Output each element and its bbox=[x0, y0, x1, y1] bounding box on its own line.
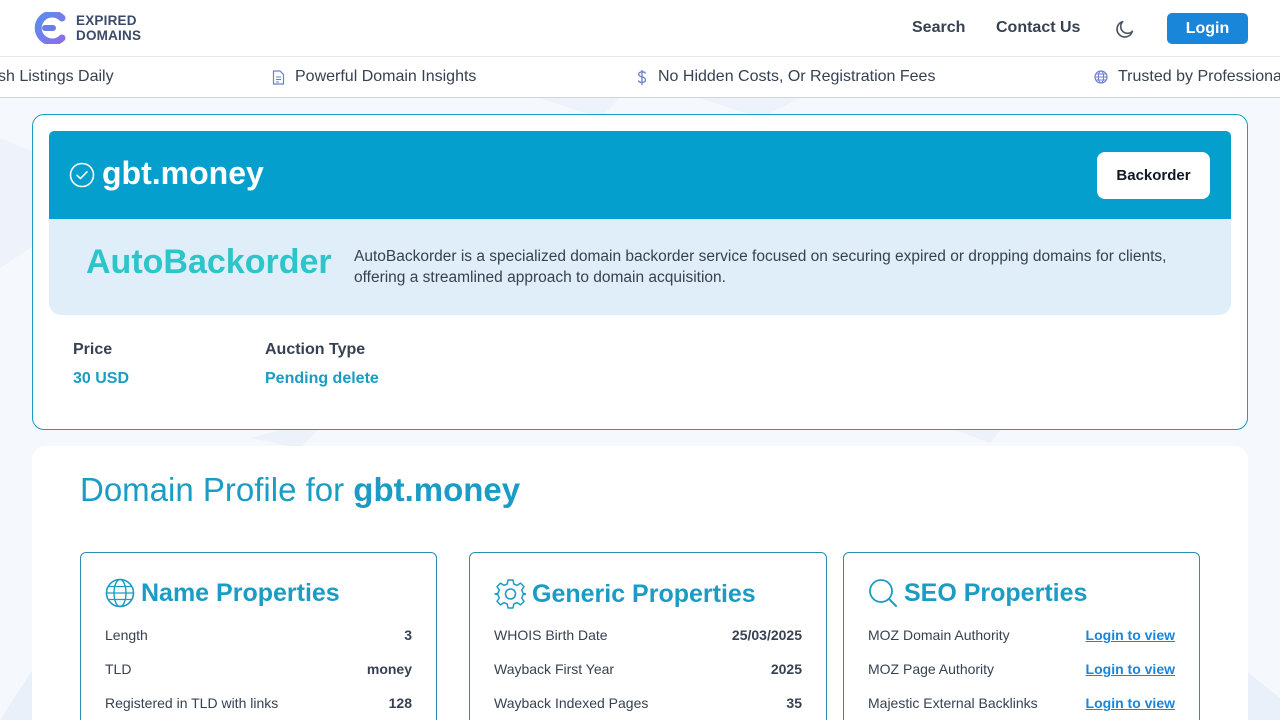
logo-text: EXPIRED DOMAINS bbox=[76, 13, 142, 43]
name-properties-heading: Name Properties bbox=[105, 578, 340, 608]
provider-name[interactable]: AutoBackorder bbox=[86, 243, 332, 282]
auction-type-label: Auction Type bbox=[265, 341, 366, 358]
gear-icon bbox=[494, 579, 526, 609]
feature-ticker: sh Listings Daily Powerful Domain Insigh… bbox=[0, 57, 1280, 98]
logo-icon bbox=[34, 12, 66, 44]
provider-box: AutoBackorder AutoBackorder is a special… bbox=[49, 219, 1231, 315]
ticker-item: Trusted by Professionals bbox=[1094, 68, 1280, 86]
property-value: 2025 bbox=[770, 661, 802, 677]
price-label: Price bbox=[73, 341, 113, 358]
name-properties-card: Name Properties Length 3 TLD money Regis… bbox=[80, 552, 437, 720]
property-row: Length 3 bbox=[105, 625, 412, 645]
ticker-item: Powerful Domain Insights bbox=[272, 68, 476, 86]
logo-line-expired: EXPIRED bbox=[76, 13, 137, 28]
generic-properties-title: Generic Properties bbox=[532, 579, 756, 608]
property-row: TLD money bbox=[105, 659, 412, 679]
domain-listing-card: gbt.money Backorder AutoBackorder AutoBa… bbox=[32, 114, 1248, 430]
property-label: MOZ Page Authority bbox=[868, 661, 995, 677]
login-button[interactable]: Login bbox=[1167, 13, 1248, 44]
property-label: Wayback Indexed Pages bbox=[494, 695, 649, 711]
property-row: Wayback Indexed Pages 35 bbox=[494, 693, 802, 713]
document-icon bbox=[272, 69, 285, 85]
property-row: MOZ Page Authority Login to view bbox=[868, 659, 1175, 679]
nav-contact-link[interactable]: Contact Us bbox=[996, 19, 1080, 37]
domain-name: gbt.money bbox=[102, 155, 264, 191]
auction-type-value: Pending delete bbox=[265, 370, 379, 387]
profile-title: Domain Profile for gbt.money bbox=[80, 471, 520, 509]
seo-properties-card: SEO Properties MOZ Domain Authority Logi… bbox=[843, 552, 1200, 720]
domain-profile-card: Domain Profile for gbt.money Name Proper… bbox=[32, 446, 1248, 720]
property-label: Majestic External Backlinks bbox=[868, 695, 1038, 711]
generic-properties-card: Generic Properties WHOIS Birth Date 25/0… bbox=[469, 552, 827, 720]
moon-icon bbox=[1116, 20, 1134, 38]
ticker-item-label: sh Listings Daily bbox=[0, 68, 114, 85]
ticker-item-label: Powerful Domain Insights bbox=[295, 68, 477, 85]
generic-properties-heading: Generic Properties bbox=[494, 578, 756, 610]
profile-title-prefix: Domain Profile for bbox=[80, 471, 345, 508]
top-header: EXPIRED DOMAINS Search Contact Us Login bbox=[0, 0, 1280, 57]
logo-line-domains: DOMAINS bbox=[76, 27, 142, 43]
domain-banner: gbt.money Backorder bbox=[49, 131, 1231, 219]
price-value: 30 USD bbox=[73, 370, 130, 387]
ticker-item: No Hidden Costs, Or Registration Fees bbox=[636, 68, 935, 86]
property-label: TLD bbox=[105, 661, 132, 677]
seo-properties-heading: SEO Properties bbox=[868, 578, 1087, 608]
globe-icon bbox=[105, 578, 135, 608]
property-label: Wayback First Year bbox=[494, 661, 615, 677]
login-to-view-link[interactable]: Login to view bbox=[1086, 661, 1175, 677]
ticker-item-label: No Hidden Costs, Or Registration Fees bbox=[658, 68, 936, 85]
dollar-icon bbox=[637, 69, 647, 85]
site-logo[interactable]: EXPIRED DOMAINS bbox=[32, 12, 152, 46]
property-value: 35 bbox=[786, 695, 802, 711]
ticker-item-label: Trusted by Professionals bbox=[1118, 68, 1280, 85]
seo-properties-title: SEO Properties bbox=[904, 578, 1088, 607]
nav-search-link[interactable]: Search bbox=[912, 19, 965, 37]
name-properties-title: Name Properties bbox=[141, 578, 340, 607]
login-to-view-link[interactable]: Login to view bbox=[1086, 627, 1175, 643]
property-label: WHOIS Birth Date bbox=[494, 627, 608, 643]
property-row: Wayback First Year 2025 bbox=[494, 659, 802, 679]
search-icon bbox=[869, 579, 897, 607]
profile-title-domain: gbt.money bbox=[353, 471, 521, 508]
theme-toggle[interactable] bbox=[1114, 18, 1136, 40]
property-label: Registered in TLD with links bbox=[105, 695, 279, 711]
backorder-button[interactable]: Backorder bbox=[1097, 152, 1210, 199]
property-value: money bbox=[366, 661, 412, 677]
ticker-item: sh Listings Daily bbox=[0, 68, 114, 86]
property-row: Majestic External Backlinks Login to vie… bbox=[868, 693, 1175, 713]
property-row: MOZ Domain Authority Login to view bbox=[868, 625, 1175, 645]
property-row: Registered in TLD with links 128 bbox=[105, 693, 412, 713]
property-value: 25/03/2025 bbox=[731, 627, 802, 643]
property-label: MOZ Domain Authority bbox=[868, 627, 1010, 643]
globe-icon bbox=[1094, 70, 1108, 84]
property-label: Length bbox=[105, 627, 148, 643]
provider-description: AutoBackorder is a specialized domain ba… bbox=[354, 248, 1167, 286]
login-to-view-link[interactable]: Login to view bbox=[1086, 695, 1175, 711]
property-value: 3 bbox=[404, 627, 412, 643]
check-circle-icon bbox=[69, 162, 95, 188]
property-row: WHOIS Birth Date 25/03/2025 bbox=[494, 625, 802, 645]
property-value: 128 bbox=[388, 695, 412, 711]
